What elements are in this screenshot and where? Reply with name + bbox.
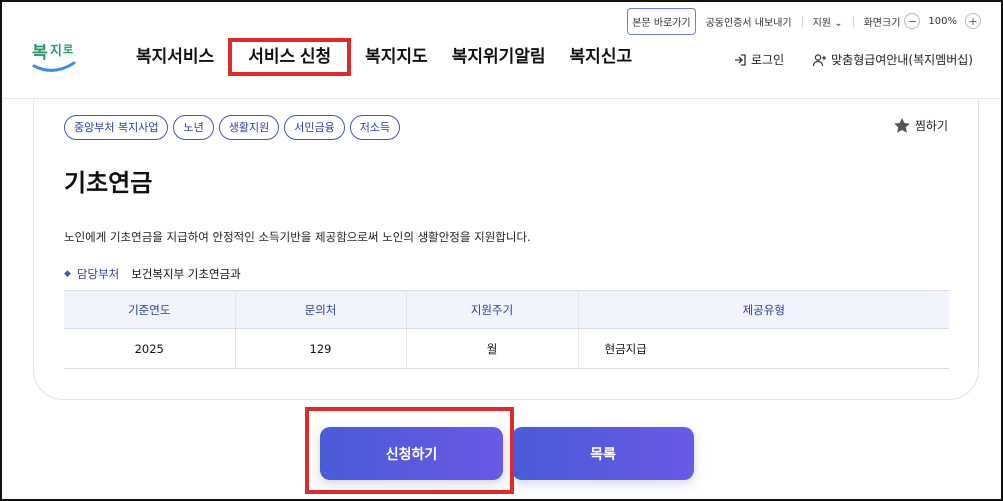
skip-to-content-link[interactable]: 본문 바로가기: [627, 7, 696, 35]
table-cell: 현금지급: [578, 328, 949, 369]
main-navigation: 복지서비스 서비스 신청 복지지도 복지위기알림 복지신고: [124, 38, 645, 76]
chevron-down-icon: ⌄: [834, 17, 843, 29]
utility-bar: 본문 바로가기 공동인증서 내보내기 지원 ⌄ 화면크기 − 100% +: [627, 7, 985, 35]
svg-text:로: 로: [63, 43, 73, 56]
cert-export-link[interactable]: 공동인증서 내보내기: [706, 14, 792, 29]
region-label: 지원: [812, 17, 832, 29]
nav-service-application[interactable]: 서비스 신청: [228, 38, 352, 76]
minus-icon: −: [907, 14, 918, 28]
tag[interactable]: 생활지원: [218, 115, 280, 140]
nav-welfare-report[interactable]: 복지신고: [558, 46, 645, 68]
user-add-icon: [813, 53, 827, 66]
service-info-table: 기준연도 문의처 지원주기 제공유형 2025 129 월 현금지급: [64, 290, 949, 369]
tag[interactable]: 서민금융: [284, 115, 345, 140]
department-label: 담당부처: [76, 267, 120, 281]
list-button[interactable]: 목록: [512, 427, 694, 480]
table-cell: 2025: [64, 328, 236, 369]
login-link[interactable]: 로그인: [733, 51, 784, 68]
favorite-label: 찜하기: [914, 119, 948, 133]
membership-link[interactable]: 맞춤형급여안내(복지멤버십): [812, 51, 973, 68]
divider: [852, 15, 854, 27]
column-header: 지원주기: [406, 290, 579, 329]
page-title: 기초연금: [64, 170, 153, 197]
nav-welfare-map[interactable]: 복지지도: [353, 46, 440, 68]
star-icon: [894, 118, 910, 133]
zoom-out-button[interactable]: −: [904, 13, 921, 29]
department-value: 보건복지부 기초연금과: [131, 267, 241, 281]
favorite-button[interactable]: 찜하기: [893, 117, 948, 134]
bokjiro-logo-icon: 복 지 로: [32, 43, 76, 72]
header-user-links: 로그인 맞춤형급여안내(복지멤버십): [705, 51, 973, 68]
table-cell: 129: [235, 328, 407, 369]
service-tags: 중앙부처 복지사업 노년 생활지원 서민금융 저소득: [64, 115, 405, 140]
service-description: 노인에게 기초연금을 지급하여 안정적인 소득기반을 제공함으로써 노인의 생활…: [64, 230, 531, 244]
membership-label: 맞춤형급여안내(복지멤버십): [831, 53, 973, 67]
nav-welfare-services[interactable]: 복지서비스: [124, 46, 226, 68]
site-logo[interactable]: 복 지 로: [30, 34, 78, 76]
header-divider: [0, 98, 1003, 99]
tag[interactable]: 저소득: [349, 115, 401, 140]
bullet-icon: ◆: [64, 269, 71, 279]
column-header: 문의처: [235, 290, 407, 329]
zoom-value: 100%: [928, 15, 957, 27]
region-select[interactable]: 지원 ⌄: [813, 14, 843, 29]
table-row: 2025 129 월 현금지급: [64, 328, 949, 369]
zoom-in-button[interactable]: +: [965, 13, 981, 29]
department-info: ◆ 담당부처 보건복지부 기초연금과: [64, 266, 241, 282]
svg-text:지: 지: [50, 44, 62, 59]
login-label: 로그인: [751, 53, 785, 67]
table-header-row: 기준연도 문의처 지원주기 제공유형: [64, 290, 949, 329]
login-icon: [735, 53, 746, 66]
tag[interactable]: 노년: [173, 115, 214, 140]
divider: [801, 15, 803, 27]
nav-crisis-alert[interactable]: 복지위기알림: [440, 46, 558, 68]
column-header: 제공유형: [578, 290, 949, 329]
tag[interactable]: 중앙부처 복지사업: [64, 115, 169, 140]
apply-button[interactable]: 신청하기: [320, 427, 503, 480]
table-cell: 월: [406, 328, 579, 369]
svg-text:복: 복: [32, 43, 48, 63]
plus-icon: +: [968, 14, 978, 28]
zoom-label: 화면크기: [863, 17, 901, 29]
column-header: 기준연도: [64, 290, 236, 329]
